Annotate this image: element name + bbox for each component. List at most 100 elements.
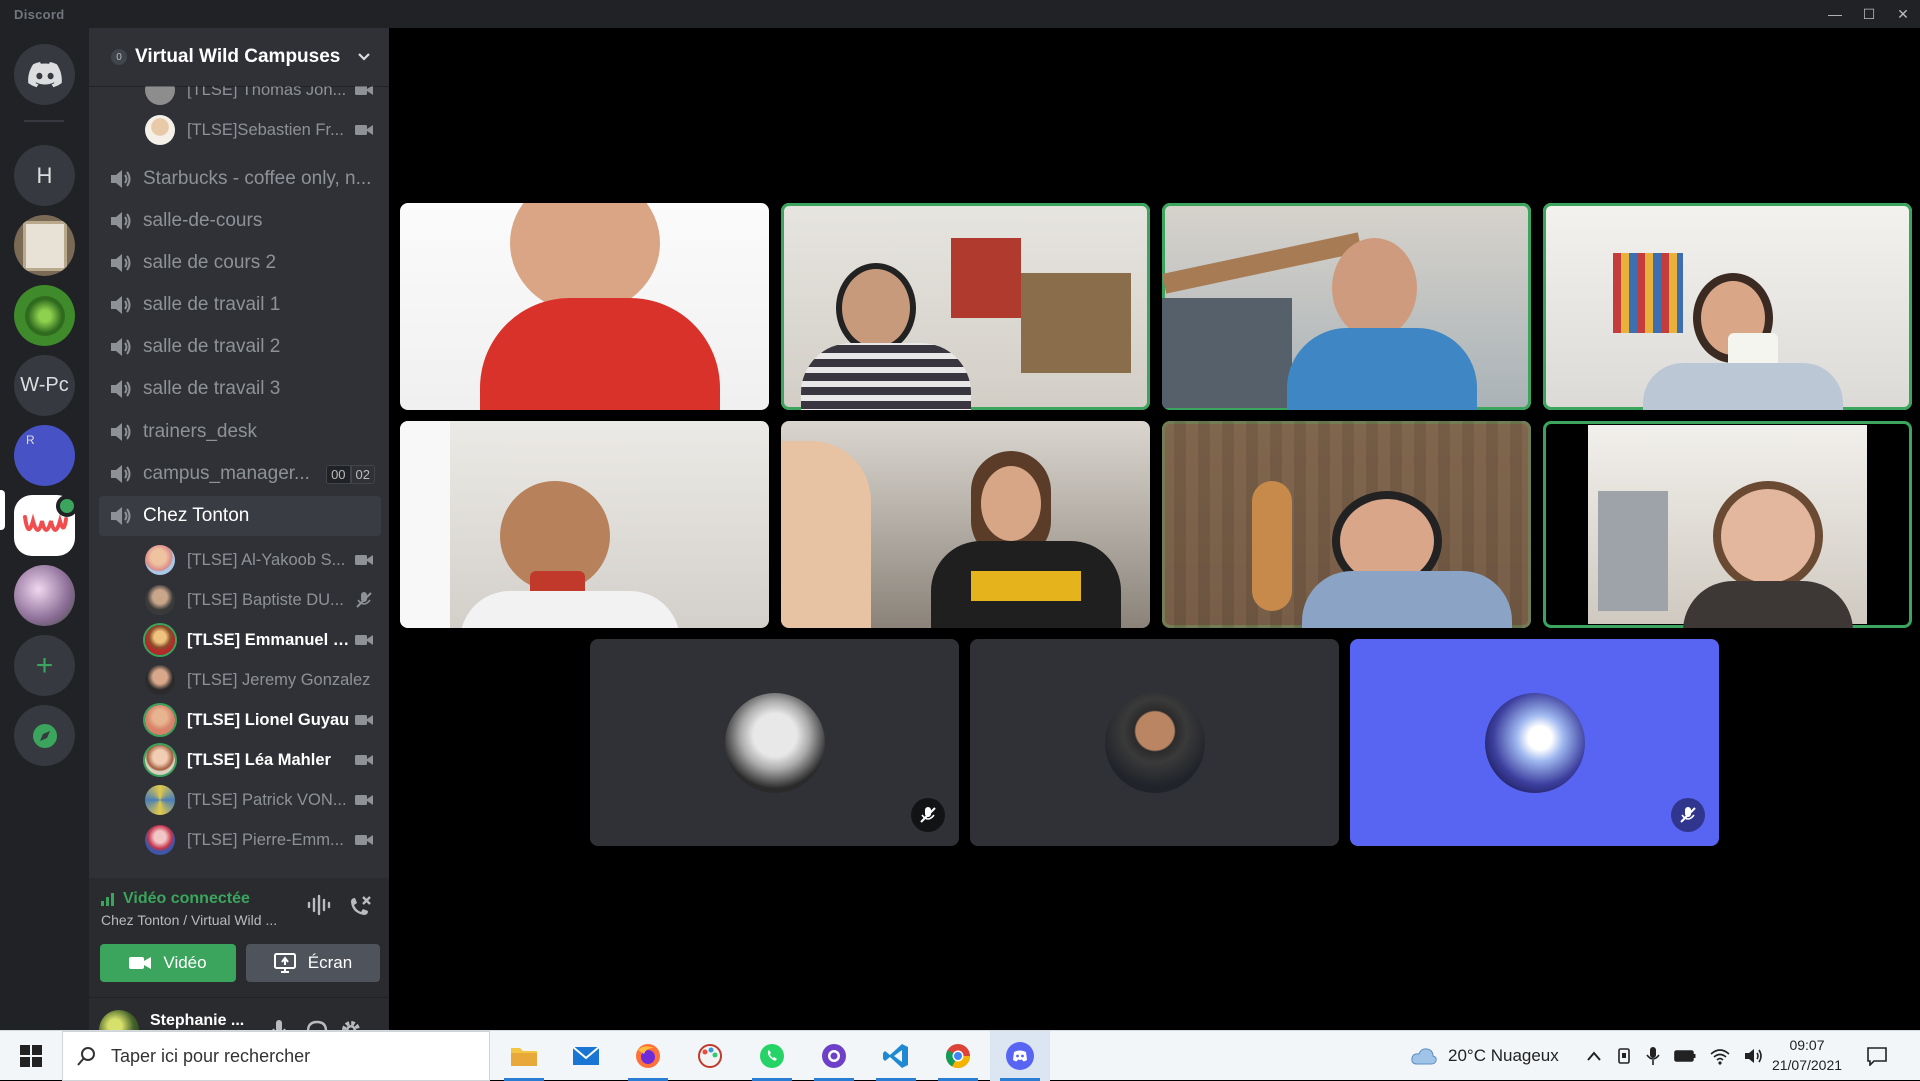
noise-suppression-icon[interactable]: [307, 894, 333, 916]
member-name: [TLSE]Sebastien Fr...: [187, 120, 344, 139]
device-icon[interactable]: [1616, 1047, 1632, 1065]
voice-channel-salle-de-travail-1[interactable]: salle de travail 1: [99, 285, 381, 325]
discord-app[interactable]: [990, 1031, 1050, 1081]
voice-channel-salle-de-cours[interactable]: salle-de-cours: [99, 201, 381, 241]
participant-video-tile-speaking[interactable]: [1162, 203, 1531, 410]
member-name: [TLSE] Thomas Jon...: [187, 86, 347, 99]
signal-icon: [101, 893, 114, 906]
member-avatar: [145, 86, 175, 105]
user-count: 00: [326, 464, 351, 484]
face-shape: [1713, 481, 1823, 591]
participant-video-tile[interactable]: [400, 203, 769, 410]
vscode-app[interactable]: [866, 1031, 926, 1081]
participant-video-tile-speaking[interactable]: [1543, 203, 1912, 410]
guild-header[interactable]: 0 Virtual Wild Campuses: [89, 28, 389, 86]
chrome-app[interactable]: [928, 1031, 988, 1081]
voice-channel-chez-tonton[interactable]: Chez Tonton: [99, 496, 381, 536]
channel-name: salle de travail 2: [143, 336, 281, 357]
voice-member[interactable]: [TLSE] Lionel Guyau: [145, 702, 381, 738]
voice-member[interactable]: [TLSE] Baptiste DU...: [145, 582, 381, 618]
microphone-tray-icon[interactable]: [1646, 1046, 1660, 1066]
member-name: [TLSE] Al-Yakoob S...: [187, 550, 346, 569]
voice-channel-salle-de-cours-2[interactable]: salle de cours 2: [99, 243, 381, 283]
member-avatar: [145, 585, 175, 615]
fridge-shape: [1598, 491, 1668, 611]
server-folder-label: R: [26, 433, 35, 447]
voice-member[interactable]: [TLSE] Patrick VON...: [145, 782, 381, 818]
participant-video-tile-speaking[interactable]: [1543, 421, 1912, 628]
wifi-icon[interactable]: [1710, 1047, 1730, 1065]
server-h[interactable]: H: [14, 145, 75, 206]
shirt-shape: [1683, 581, 1853, 628]
chevron-down-icon: [358, 53, 370, 61]
voice-channel-trainers-desk[interactable]: trainers_desk: [99, 412, 381, 452]
battery-icon[interactable]: [1674, 1049, 1696, 1063]
compass-icon: [32, 723, 57, 748]
folder-icon: [511, 1048, 537, 1066]
vscode-icon: [883, 1044, 908, 1068]
voice-member[interactable]: [TLSE]Sebastien Fr...: [145, 112, 381, 148]
voice-channel-starbucks[interactable]: Starbucks - coffee only, n...: [99, 159, 381, 199]
participant-video-tile-speaking[interactable]: [781, 203, 1150, 410]
disconnect-icon[interactable]: [347, 894, 373, 918]
participant-video-tile-speaking[interactable]: [1162, 421, 1531, 628]
participant-avatar-tile[interactable]: [970, 639, 1339, 846]
github-icon: [822, 1044, 846, 1068]
chevron-up-icon[interactable]: [1586, 1050, 1602, 1062]
cloud-icon: [1411, 1048, 1437, 1065]
arm-shape: [781, 441, 871, 628]
discord-home-button[interactable]: [14, 44, 75, 105]
participant-avatar-tile[interactable]: [1350, 639, 1719, 846]
windows-taskbar: Taper ici pour rechercher 20°C Nuageux 0…: [0, 1030, 1920, 1081]
channel-name: Chez Tonton: [143, 505, 250, 526]
participant-video-tile[interactable]: [400, 421, 769, 628]
member-avatar: [145, 625, 175, 655]
search-icon: [77, 1047, 95, 1066]
voice-member[interactable]: [TLSE] Pierre-Emm...: [145, 822, 381, 858]
add-server-button[interactable]: +: [14, 635, 75, 696]
server-dragon[interactable]: [14, 565, 75, 626]
screen-share-button[interactable]: Écran: [246, 944, 380, 982]
user-limit-badge: 00 02: [326, 464, 375, 484]
paint-app[interactable]: [680, 1031, 740, 1081]
voice-channel-campus-manager[interactable]: campus_manager... 00 02: [99, 454, 381, 494]
member-name: [TLSE] Pierre-Emm...: [187, 830, 344, 849]
taskbar-search-box[interactable]: Taper ici pour rechercher: [62, 1031, 490, 1081]
participant-video-tile[interactable]: [781, 421, 1150, 628]
action-center-button[interactable]: [1866, 1031, 1888, 1081]
minimize-button[interactable]: —: [1818, 0, 1852, 28]
file-explorer-app[interactable]: [494, 1031, 554, 1081]
voice-member[interactable]: [TLSE] Al-Yakoob S...: [145, 542, 381, 578]
maximize-button[interactable]: ☐: [1852, 0, 1886, 28]
voice-member[interactable]: [TLSE] Emmanuel R...: [145, 622, 381, 658]
explore-servers-button[interactable]: [14, 705, 75, 766]
voice-member[interactable]: [TLSE] Thomas Jon...: [145, 86, 381, 108]
github-desktop-app[interactable]: [804, 1031, 864, 1081]
server-folder[interactable]: R: [14, 425, 75, 486]
server-portrait-image: [22, 220, 67, 271]
whatsapp-app[interactable]: [742, 1031, 802, 1081]
weather-widget[interactable]: 20°C Nuageux: [1410, 1031, 1559, 1081]
taskbar-clock[interactable]: 09:07 21/07/2021: [1768, 1035, 1846, 1075]
start-button[interactable]: [0, 1031, 62, 1081]
voice-channel-salle-de-travail-2[interactable]: salle de travail 2: [99, 327, 381, 367]
voice-member[interactable]: [TLSE] Léa Mahler: [145, 742, 381, 778]
rail-divider: [24, 120, 64, 122]
guild-name: Virtual Wild Campuses: [135, 46, 341, 67]
member-name: [TLSE] Baptiste DU...: [187, 590, 344, 609]
close-button[interactable]: ✕: [1886, 0, 1920, 28]
server-w-pc[interactable]: W-Pc: [14, 355, 75, 416]
voice-status[interactable]: Vidéo connectée: [101, 890, 250, 908]
user-name[interactable]: Stephanie ...: [150, 1012, 245, 1030]
video-toggle-button[interactable]: Vidéo: [100, 944, 236, 982]
server-green[interactable]: [14, 285, 75, 346]
voice-channel-salle-de-travail-3[interactable]: salle de travail 3: [99, 369, 381, 409]
blue-shirt-shape: [1287, 328, 1477, 410]
firefox-app[interactable]: [618, 1031, 678, 1081]
voice-location[interactable]: Chez Tonton / Virtual Wild ...: [101, 912, 301, 928]
server-portrait[interactable]: [14, 215, 75, 276]
participant-avatar-tile[interactable]: [590, 639, 959, 846]
voice-member[interactable]: [TLSE] Jeremy Gonzalez: [145, 662, 381, 698]
volume-icon[interactable]: [1744, 1047, 1764, 1065]
mail-app[interactable]: [556, 1031, 616, 1081]
